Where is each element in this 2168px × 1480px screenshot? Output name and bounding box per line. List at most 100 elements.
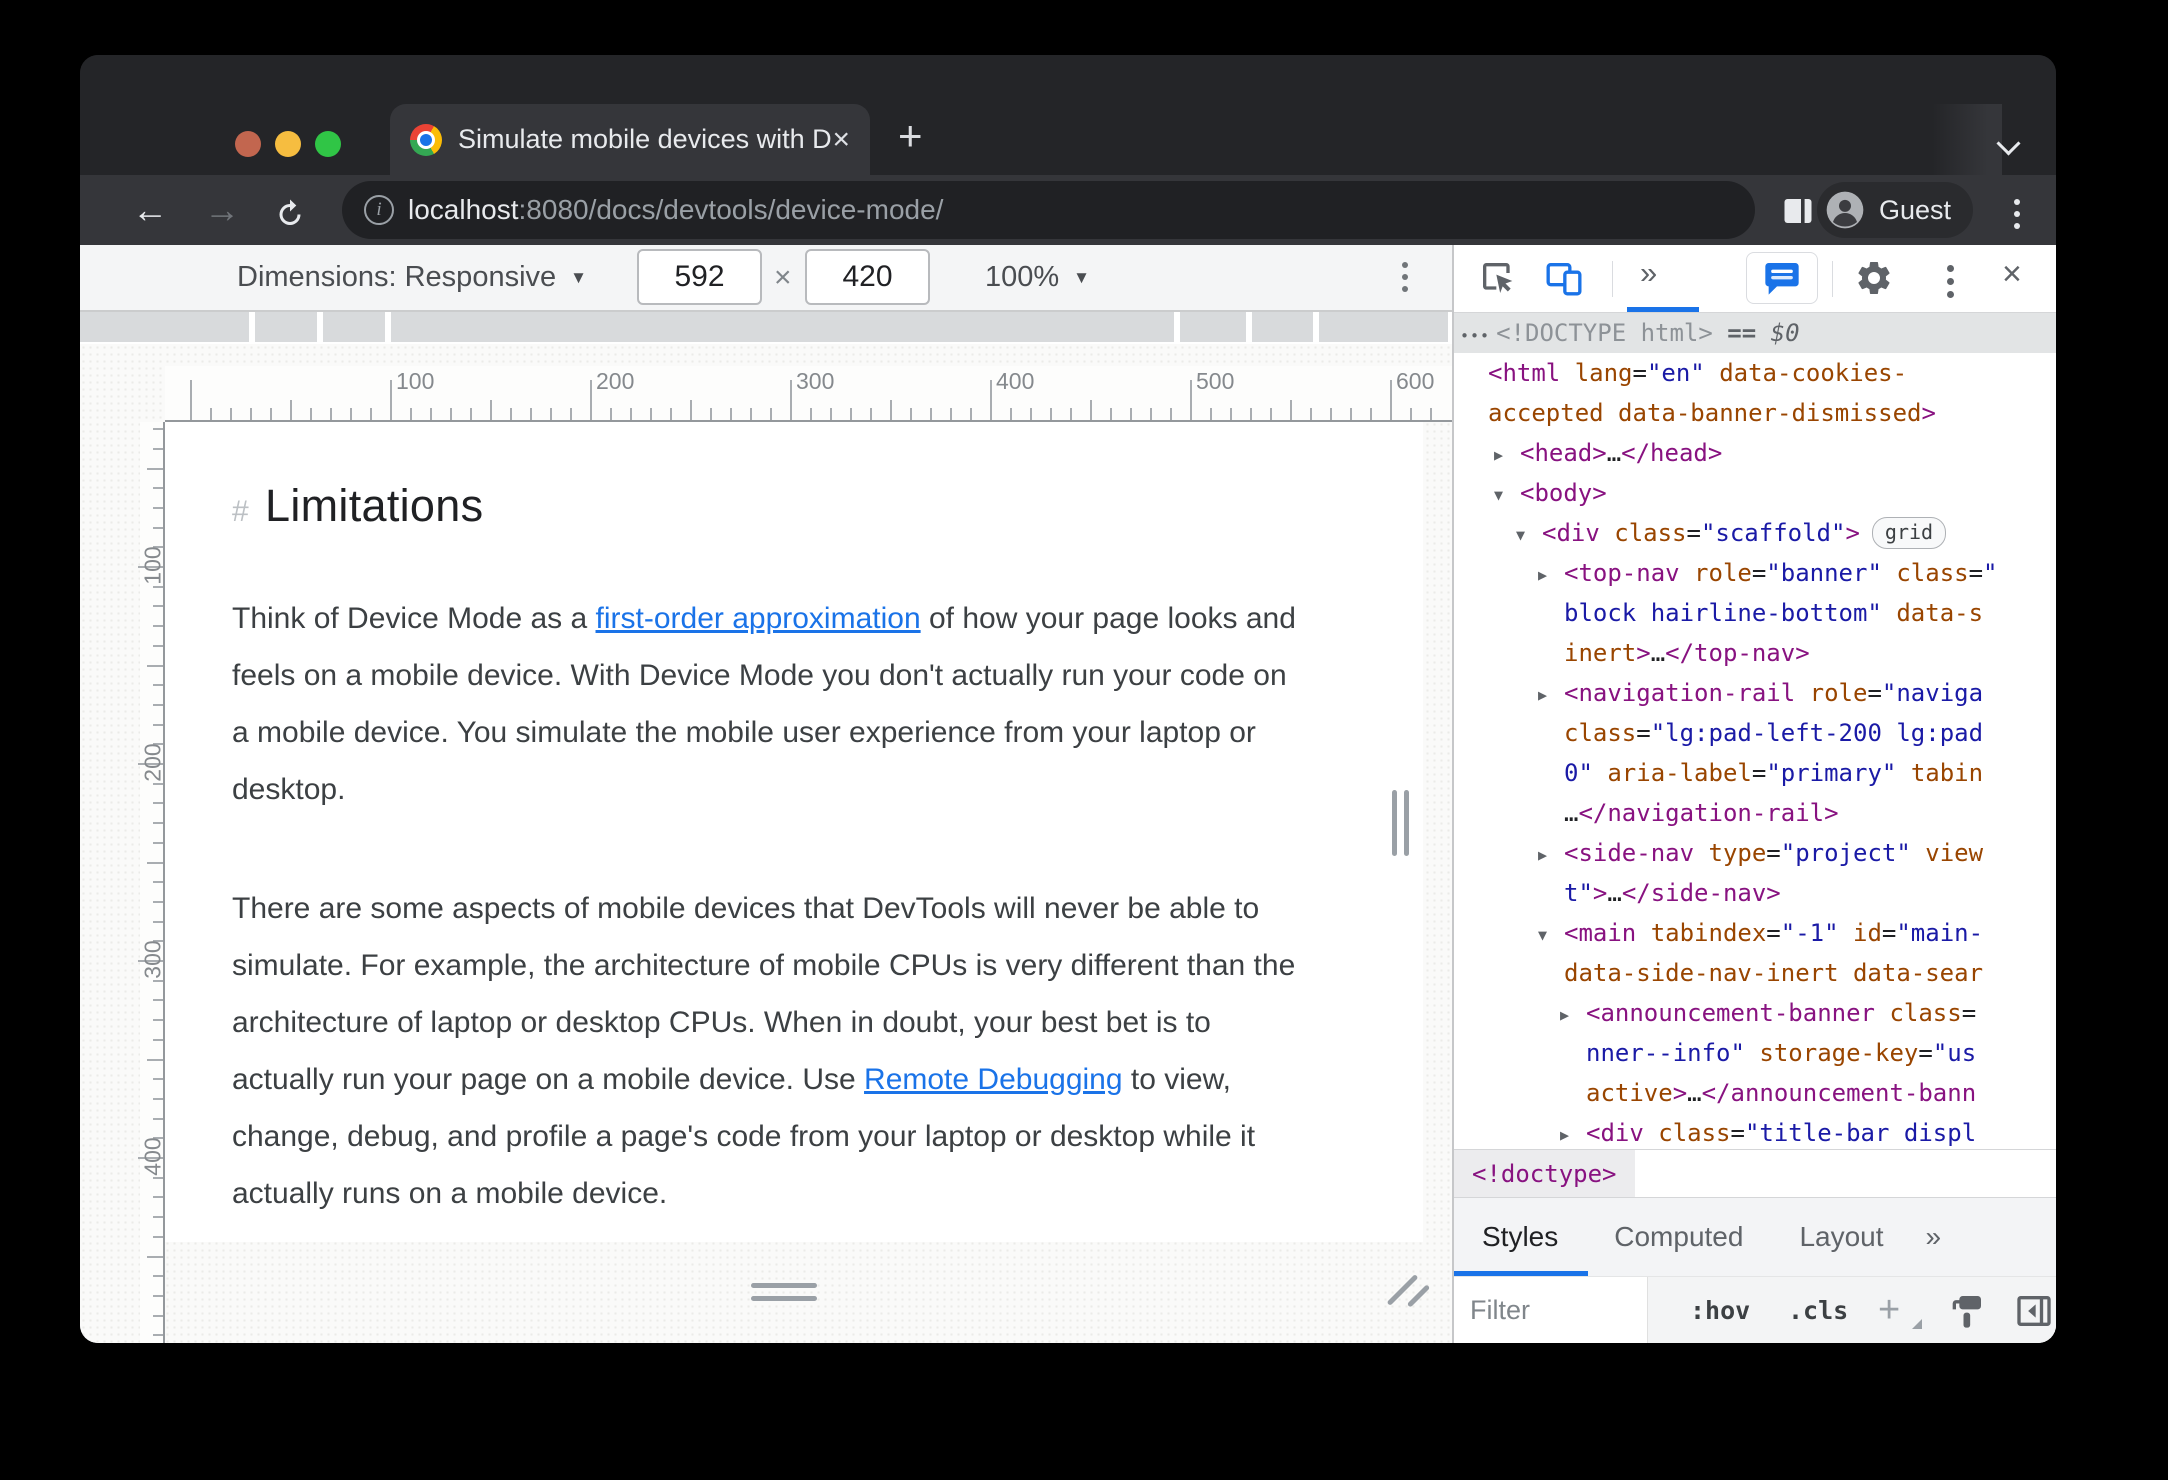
dom-node-line[interactable]: active>…</announcement-bann [1454, 1073, 2056, 1113]
paragraph-2: There are some aspects of mobile devices… [232, 880, 1307, 1222]
browser-menu-icon[interactable] [2014, 199, 2020, 229]
tab-layout[interactable]: Layout [1771, 1198, 1911, 1276]
expand-arrow-right-icon[interactable]: ▶ [1538, 675, 1564, 713]
dom-node-line[interactable]: inert>…</top-nav> [1454, 633, 2056, 673]
expand-arrow-down-icon[interactable]: ▼ [1494, 475, 1520, 513]
window-minimize-button[interactable] [275, 131, 301, 157]
viewport-resize-handle-corner[interactable] [1386, 1268, 1431, 1312]
link-remote-debugging[interactable]: Remote Debugging [864, 1063, 1123, 1096]
dom-node-line[interactable]: nner--info" storage-key="us [1454, 1033, 2056, 1073]
profile-chip[interactable]: Guest [1817, 182, 1974, 238]
devtools-settings-icon[interactable] [1854, 258, 1894, 298]
address-bar[interactable]: i localhost:8080/docs/devtools/device-mo… [342, 181, 1755, 239]
grid-badge[interactable]: grid [1871, 517, 1947, 549]
expand-arrow-right-icon[interactable]: ▶ [1538, 835, 1564, 873]
tab-search-chevron-icon[interactable] [1998, 133, 2020, 155]
dom-node-line[interactable]: class="lg:pad-left-200 lg:pad [1454, 713, 2056, 753]
dom-node-line[interactable]: ▶ <announcement-banner class= [1454, 993, 2056, 1033]
dom-node-line[interactable]: ▼ <main tabindex="-1" id="main- [1454, 913, 2056, 953]
window-zoom-button[interactable] [315, 131, 341, 157]
media-query-segment[interactable] [1252, 312, 1313, 342]
dom-node-line[interactable]: 0" aria-label="primary" tabin [1454, 753, 2056, 793]
toggle-hover-state-button[interactable]: :hov [1690, 1277, 1750, 1343]
styles-filter-bar: :hov .cls + [1454, 1276, 2056, 1343]
inspect-element-icon[interactable] [1478, 258, 1518, 298]
new-tab-button[interactable]: + [898, 115, 923, 157]
media-query-segment[interactable] [1319, 312, 1448, 342]
breadcrumb-doctype[interactable]: <!doctype> [1454, 1150, 1635, 1197]
link-first-order-approximation[interactable]: first-order approximation [596, 602, 921, 635]
device-toolbar-toggle-icon[interactable] [1544, 258, 1584, 298]
dom-node-line[interactable]: ▶ <div class="title-bar displ [1454, 1113, 2056, 1149]
dom-node-line[interactable]: ••• <!DOCTYPE html> == $0 [1454, 313, 2056, 353]
paragraph-1-text: Think of Device Mode as a [232, 602, 596, 635]
dom-node-line[interactable]: <html lang="en" data-cookies- [1454, 353, 2056, 393]
reload-button[interactable] [272, 195, 308, 231]
dom-node-line[interactable]: ▶ <side-nav type="project" view [1454, 833, 2056, 873]
expand-arrow-right-icon[interactable]: ▶ [1560, 995, 1586, 1033]
zoom-select[interactable]: 100% ▼ [985, 245, 1090, 310]
reload-icon [279, 199, 301, 225]
expand-arrow-down-icon[interactable]: ▼ [1538, 915, 1564, 953]
page-info-icon[interactable]: i [364, 195, 394, 225]
expand-arrow-right-icon[interactable]: ▶ [1560, 1115, 1586, 1149]
viewport-resize-handle-bottom[interactable] [751, 1283, 817, 1301]
dom-node-line[interactable]: data-side-nav-inert data-sear [1454, 953, 2056, 993]
expand-arrow-right-icon[interactable]: ▶ [1494, 435, 1520, 473]
devtools-panel: » × ••• <!DOCTYPE html> == $0 <html lang="… [1452, 245, 2056, 1343]
viewport-width-input[interactable] [637, 249, 762, 305]
dom-node-line[interactable]: block hairline-bottom" data-s [1454, 593, 2056, 633]
devtools-close-icon[interactable]: × [2002, 255, 2022, 294]
styles-filter-input[interactable] [1454, 1277, 1648, 1343]
page-viewport: # Limitations Think of Device Mode as a … [165, 422, 1423, 1242]
toolbar-separator [1832, 261, 1833, 297]
more-tabs-icon[interactable]: » [1926, 1221, 1942, 1253]
media-query-segment[interactable] [80, 312, 249, 342]
tab-close-icon[interactable]: × [832, 104, 850, 175]
media-query-segment[interactable] [391, 312, 1174, 342]
sidebar-tabs: Styles Computed Layout » [1454, 1197, 2056, 1276]
expand-arrow-right-icon[interactable]: ▶ [1538, 555, 1564, 593]
dom-node-line[interactable]: accepted data-banner-dismissed> [1454, 393, 2056, 433]
toggle-class-button[interactable]: .cls [1788, 1277, 1848, 1343]
device-toolbar-menu-icon[interactable] [1402, 262, 1408, 292]
dom-node-line[interactable]: ▼ <div class="scaffold"> grid [1454, 513, 2056, 553]
page-heading: # Limitations [232, 480, 1367, 532]
horizontal-ruler: 100 200 300 400 500 600 [165, 366, 1452, 422]
viewport-height-input[interactable] [805, 249, 930, 305]
media-query-bar[interactable] [80, 312, 1452, 342]
tab-styles[interactable]: Styles [1454, 1198, 1586, 1276]
ruler-label: 300 [139, 940, 166, 979]
dom-node-line[interactable]: ▶ <navigation-rail role="naviga [1454, 673, 2056, 713]
side-panel-icon[interactable] [1780, 193, 1816, 234]
media-query-segment[interactable] [255, 312, 317, 342]
rendering-emulation-icon[interactable] [1946, 1291, 1986, 1331]
browser-tab[interactable]: Simulate mobile devices with D [390, 104, 870, 175]
plus-corner-icon [1912, 1319, 1922, 1329]
dimensions-select[interactable]: Dimensions: Responsive ▼ [237, 245, 587, 310]
dom-tree: ••• <!DOCTYPE html> == $0 <html lang="en" … [1454, 313, 2056, 1149]
tab-computed[interactable]: Computed [1586, 1198, 1771, 1276]
plus-icon: + [1878, 1288, 1901, 1331]
media-query-segment[interactable] [1180, 312, 1246, 342]
forward-button[interactable]: → [204, 175, 240, 245]
dom-node-line[interactable]: ▼ <body> [1454, 473, 2056, 513]
dom-node-line[interactable]: t">…</side-nav> [1454, 873, 2056, 913]
window-close-button[interactable] [235, 131, 261, 157]
back-button[interactable]: ← [132, 175, 168, 245]
more-panels-button[interactable]: » [1640, 255, 1657, 291]
dom-node-line[interactable]: ▶ <top-nav role="banner" class=" [1454, 553, 2056, 593]
new-style-rule-button[interactable]: + [1878, 1277, 1922, 1343]
url-host: localhost [408, 194, 519, 225]
media-query-segment[interactable] [323, 312, 385, 342]
heading-anchor-hash[interactable]: # [232, 495, 249, 529]
chrome-favicon-icon [410, 123, 442, 156]
devtools-menu-icon[interactable] [1947, 265, 1954, 298]
expand-arrow-down-icon[interactable]: ▼ [1516, 515, 1542, 553]
dom-node-line[interactable]: …</navigation-rail> [1454, 793, 2056, 833]
viewport-resize-handle-right[interactable] [1392, 790, 1409, 856]
show-sidebar-icon[interactable] [2014, 1291, 2054, 1331]
dom-node-line[interactable]: ▶ <head>…</head> [1454, 433, 2056, 473]
feedback-button[interactable] [1746, 252, 1818, 304]
url-text: localhost:8080/docs/devtools/device-mode… [408, 194, 943, 226]
